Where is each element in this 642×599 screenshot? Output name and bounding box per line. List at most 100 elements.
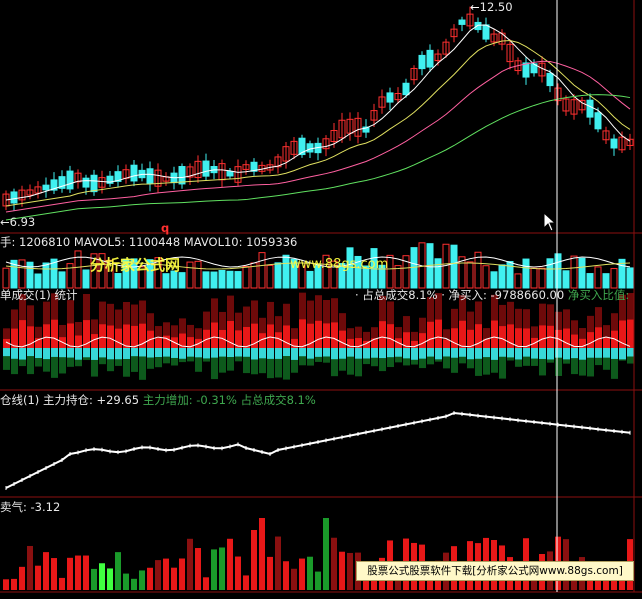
candle-body — [42, 184, 50, 191]
candle-body — [610, 138, 618, 149]
sentiment-bar — [171, 567, 177, 590]
big-order-core — [203, 348, 210, 359]
sentiment-bar — [211, 549, 217, 590]
low-price-label: ←6.93 — [0, 215, 36, 229]
big-order-core — [355, 348, 362, 359]
big-order-core — [315, 348, 322, 357]
sentiment-bar — [123, 573, 129, 590]
big-order-core — [3, 348, 10, 357]
big-order-core — [435, 348, 442, 360]
candle-body — [522, 62, 530, 78]
big-buy-bar-inner — [267, 324, 274, 352]
position-share-text: 占总成交8.1% — [240, 393, 316, 407]
volume-bar — [626, 267, 634, 289]
big-order-core — [147, 348, 154, 358]
sentiment-bar — [323, 518, 329, 590]
volume-bar — [482, 265, 490, 289]
big-order-core — [187, 348, 194, 357]
volume-bar — [594, 266, 602, 289]
big-order-core — [235, 348, 242, 357]
volume-bar — [562, 270, 570, 289]
big-buy-bar-inner — [51, 319, 58, 352]
sentiment-bar — [347, 552, 353, 590]
big-order-core — [11, 348, 18, 359]
big-order-core — [627, 348, 634, 357]
big-order-core — [275, 348, 282, 359]
price-marker: q — [161, 221, 170, 235]
volume-bar — [258, 252, 266, 289]
net-buy-ratio-label: 净买入比值: — [567, 288, 630, 302]
big-order-core — [371, 348, 378, 358]
volume-bar — [234, 271, 242, 289]
sentiment-bar — [219, 547, 225, 590]
big-buy-bar-inner — [307, 323, 314, 352]
volume-bar — [74, 250, 82, 289]
big-order-core — [307, 348, 314, 359]
candle-body — [82, 177, 90, 188]
volume-bar — [538, 267, 546, 289]
sentiment-bar — [91, 568, 97, 590]
volume-bar — [530, 267, 538, 289]
big-order-core — [619, 348, 626, 360]
sentiment-bar — [243, 575, 249, 590]
low-price-value: 6.93 — [9, 215, 36, 229]
big-order-core — [539, 348, 546, 359]
big-order-core — [219, 348, 226, 357]
position-line-panel[interactable] — [5, 411, 631, 490]
big-order-core — [363, 348, 370, 359]
big-order-core — [59, 348, 66, 358]
candlestick-price-panel[interactable] — [2, 6, 634, 221]
candle-body — [594, 112, 602, 130]
sentiment-bar — [203, 577, 209, 590]
sentiment-bar — [195, 548, 201, 590]
big-order-stats-label: 统计 — [54, 288, 78, 302]
big-buy-bar-inner — [227, 320, 234, 352]
volume-bar — [242, 266, 250, 289]
candle-body — [178, 166, 186, 185]
big-order-core — [163, 348, 170, 357]
big-order-core — [323, 348, 330, 357]
big-order-core — [299, 348, 306, 357]
big-buy-bar-inner — [123, 324, 130, 352]
volume-bar — [42, 262, 50, 289]
candle-body — [202, 160, 210, 177]
volume-bar — [434, 258, 442, 289]
big-order-core — [283, 348, 290, 357]
sentiment-value: -3.12 — [30, 500, 61, 514]
increase-value: -0.31% — [196, 393, 237, 407]
sentiment-bar — [139, 570, 145, 590]
sentiment-bar — [131, 578, 137, 590]
sentiment-bar — [315, 571, 321, 590]
candle-body — [146, 168, 154, 185]
big-order-core — [291, 348, 298, 360]
sentiment-header: 卖气: -3.12 — [0, 501, 60, 514]
big-order-core — [563, 348, 570, 360]
download-banner[interactable]: 股票公式股票软件下载[分析家公式网www.88gs.com] — [356, 561, 634, 581]
sentiment-bar — [283, 561, 289, 590]
volume-bar — [34, 273, 42, 289]
increase-label: 主力增加: — [142, 393, 193, 407]
big-order-core — [603, 348, 610, 358]
big-order-core — [155, 348, 162, 358]
volume-bar — [58, 271, 66, 289]
volume-bar — [210, 271, 218, 289]
sentiment-bar — [179, 558, 185, 590]
big-buy-bar-inner — [315, 320, 322, 352]
big-buy-bar-inner — [627, 319, 634, 352]
sentiment-bar — [75, 555, 81, 590]
volume-bar — [450, 244, 458, 289]
big-order-core — [347, 348, 354, 357]
sentiment-bar — [331, 537, 337, 590]
big-buy-bar-inner — [619, 320, 626, 352]
volume-bar — [602, 273, 610, 289]
volume-header: 手: 1206810 MAVOL5: 1100448 MAVOL10: 1059… — [0, 235, 298, 249]
volume-bar — [114, 273, 122, 289]
big-buy-bar-inner — [67, 323, 74, 352]
sentiment-bar — [291, 568, 297, 590]
candle-body — [482, 24, 490, 40]
big-order-panel[interactable] — [3, 292, 634, 380]
candle-body — [474, 21, 482, 31]
big-order-core — [499, 348, 506, 357]
candle-body — [10, 191, 18, 204]
sentiment-bar — [163, 558, 169, 590]
